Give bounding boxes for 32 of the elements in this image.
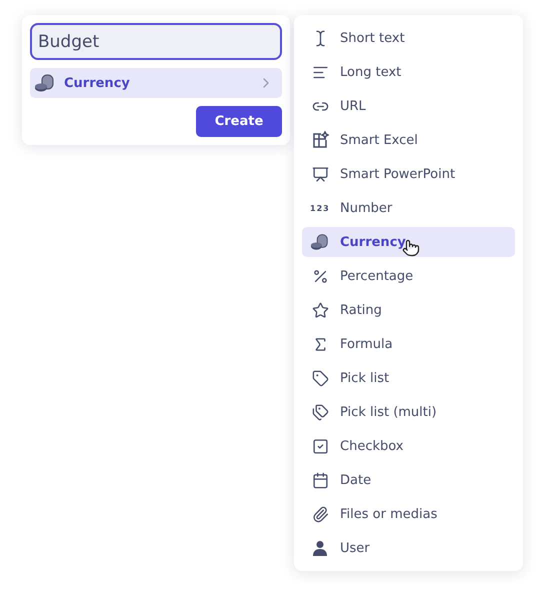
coins-icon [34, 73, 56, 93]
tag-icon [312, 370, 328, 386]
menu-item[interactable]: Long text [302, 57, 515, 87]
menu-item[interactable]: User [302, 533, 515, 563]
menu-item[interactable]: Currency [302, 227, 515, 257]
menu-item[interactable]: Short text [302, 23, 515, 53]
menu-item[interactable]: Files or medias [302, 499, 515, 529]
menu-item[interactable]: Percentage [302, 261, 515, 291]
menu-item[interactable]: Pick list (multi) [302, 397, 515, 427]
menu-item[interactable]: Smart Excel [302, 125, 515, 155]
menu-item[interactable]: Rating [302, 295, 515, 325]
star-icon [312, 302, 328, 318]
menu-item[interactable]: URL [302, 91, 515, 121]
menu-item[interactable]: Date [302, 465, 515, 495]
coins-icon [310, 232, 330, 252]
paperclip-icon [312, 506, 328, 522]
menu-item[interactable]: Checkbox [302, 431, 515, 461]
tags-icon [312, 404, 328, 420]
menu-item[interactable]: Formula [302, 329, 515, 359]
spreadsheet-sparkle-icon [311, 131, 329, 149]
field-type-button[interactable]: Currency [30, 68, 282, 98]
presentation-icon [312, 166, 328, 182]
percent-icon [312, 268, 328, 284]
create-button[interactable]: Create [196, 106, 282, 137]
name-input[interactable]: Budget [30, 23, 282, 60]
menu-item[interactable]: Pick list [302, 363, 515, 393]
menu-item[interactable]: Smart PowerPoint [302, 159, 515, 189]
number-glyph: 123 [310, 204, 330, 212]
calendar-icon [312, 472, 328, 488]
checkbox-icon [312, 438, 328, 454]
user-icon [312, 540, 328, 556]
menu-item[interactable]: 123 Number [302, 193, 515, 223]
